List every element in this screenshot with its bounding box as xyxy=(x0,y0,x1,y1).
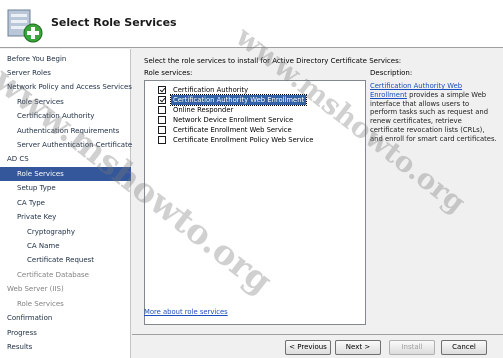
sidebar-item-web-server-iis: Web Server (IIS) xyxy=(7,285,64,293)
service-label: Online Responder xyxy=(173,106,234,114)
sidebar-item-certificate-database: Certificate Database xyxy=(17,271,89,279)
role-services-list[interactable]: Certification Authority Certification Au… xyxy=(144,80,366,325)
sidebar-item-cryptography[interactable]: Cryptography xyxy=(0,225,131,239)
role-services-plus-icon xyxy=(7,9,43,43)
sidebar-item-progress[interactable]: Progress xyxy=(0,326,131,340)
checkbox-online-responder[interactable] xyxy=(158,106,166,114)
checkbox-ca-web-enrollment[interactable] xyxy=(158,96,166,104)
description-panel: Certification Authority Web Enrollment p… xyxy=(370,82,498,144)
previous-button[interactable]: < Previous xyxy=(285,340,331,355)
checkbox-certification-authority[interactable] xyxy=(158,86,166,94)
next-button[interactable]: Next > xyxy=(335,340,381,355)
sidebar-item-ad-cs[interactable]: AD CS xyxy=(0,152,131,166)
sidebar-item-ca-type[interactable]: CA Type xyxy=(0,196,131,210)
install-button: Install xyxy=(389,340,435,355)
sidebar-item-before-you-begin[interactable]: Before You Begin xyxy=(0,52,131,66)
checkbox-cert-enrollment-web-service[interactable] xyxy=(158,126,166,134)
wizard-header: Select Role Services xyxy=(0,0,503,48)
sidebar-item-setup-type[interactable]: Setup Type xyxy=(0,181,131,195)
service-label: Certificate Enrollment Policy Web Servic… xyxy=(173,136,314,144)
sidebar-item-iis-role-services: Role Services xyxy=(17,300,64,308)
sidebar-item-server-authentication-certificate[interactable]: Server Authentication Certificate xyxy=(0,138,132,152)
wizard-step-sidebar: Before You Begin Server Roles Network Po… xyxy=(0,49,132,358)
sidebar-item-ca-name[interactable]: CA Name xyxy=(0,239,131,253)
service-label: Certification Authority xyxy=(173,86,249,94)
sidebar-item-server-roles[interactable]: Server Roles xyxy=(0,66,131,80)
role-services-label: Role services: xyxy=(144,69,193,77)
more-about-role-services-link[interactable]: More about role services xyxy=(144,308,228,316)
checkbox-ndes[interactable] xyxy=(158,116,166,124)
description-label: Description: xyxy=(370,69,413,77)
sidebar-item-adcs-role-services[interactable]: Role Services xyxy=(0,167,131,181)
sidebar-item-certification-authority[interactable]: Certification Authority xyxy=(0,109,131,123)
sidebar-item-private-key[interactable]: Private Key xyxy=(0,210,131,224)
service-label: Certificate Enrollment Web Service xyxy=(173,126,292,134)
sidebar-item-npas[interactable]: Network Policy and Access Services xyxy=(0,80,132,94)
sidebar-item-results[interactable]: Results xyxy=(0,340,131,354)
footer-divider xyxy=(132,334,503,335)
intro-text: Select the role services to install for … xyxy=(144,57,402,65)
sidebar-item-certificate-request[interactable]: Certificate Request xyxy=(0,253,131,267)
sidebar-item-confirmation[interactable]: Confirmation xyxy=(0,311,131,325)
wizard-content: Select the role services to install for … xyxy=(132,49,503,358)
sidebar-item-authentication-requirements[interactable]: Authentication Requirements xyxy=(0,124,131,138)
sidebar-item-npas-role-services[interactable]: Role Services xyxy=(0,95,131,109)
page-title: Select Role Services xyxy=(51,16,177,29)
checkbox-cert-enrollment-policy-web-service[interactable] xyxy=(158,136,166,144)
service-label: Network Device Enrollment Service xyxy=(173,116,294,124)
cancel-button[interactable]: Cancel xyxy=(441,340,487,355)
service-label: Certification Authority Web Enrollment xyxy=(169,94,308,106)
